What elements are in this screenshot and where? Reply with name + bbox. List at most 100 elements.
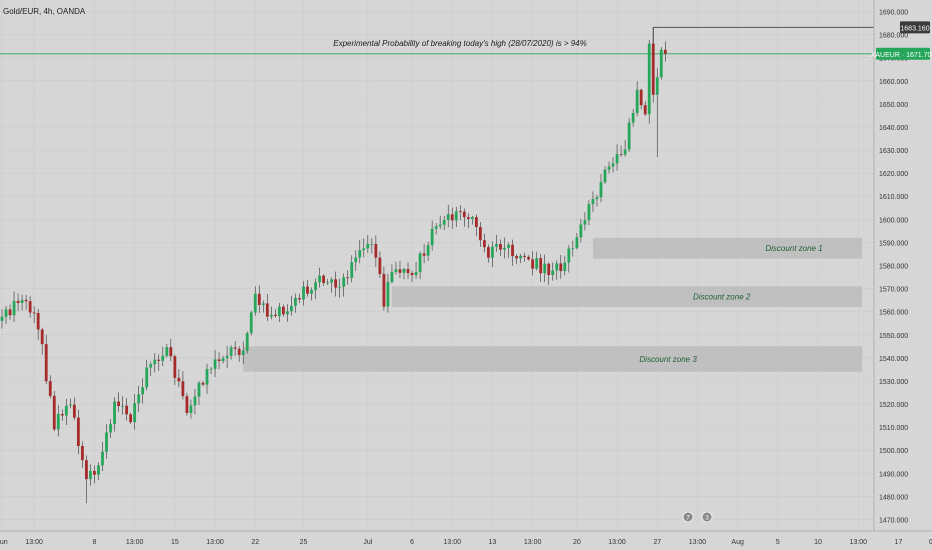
candle-down (52, 395, 56, 430)
candle-up (245, 333, 249, 351)
x-tick-label: 20 (573, 539, 581, 546)
candle-down (181, 381, 185, 397)
candle-down (217, 359, 221, 362)
chart-root[interactable]: Discount zone 1 Discount zone 2 Discount z… (0, 0, 932, 550)
candle-down (72, 404, 76, 418)
candle-up (121, 405, 124, 407)
candle-down (334, 279, 338, 288)
candle-up (434, 226, 438, 229)
candle-down (233, 347, 237, 349)
candle-up (587, 204, 591, 221)
price-badge-text: XAUEUR · 1671.700 (871, 52, 932, 59)
x-tick-label: 22 (251, 539, 259, 546)
candle-up (418, 253, 422, 273)
x-tick-label: 13:00 (126, 539, 144, 546)
candle-up (109, 423, 112, 433)
candle-down (559, 263, 563, 272)
candle-up (366, 243, 370, 249)
candle-down (410, 272, 414, 276)
candle-up (225, 355, 229, 359)
x-tick-label: 25 (300, 539, 308, 546)
candle-down (639, 89, 643, 106)
candle-down (201, 382, 205, 385)
candle-up (213, 359, 217, 369)
candle-down (273, 314, 277, 317)
candle-up (551, 270, 555, 276)
y-tick-label: 1580.000 (879, 264, 908, 271)
candle-down (474, 217, 478, 227)
candle-up (615, 154, 619, 164)
y-tick-label: 1520.000 (879, 402, 908, 409)
x-tick-label: 15 (171, 539, 179, 546)
candle-up (12, 300, 16, 316)
candle-down (157, 359, 161, 361)
candle-up (442, 220, 446, 225)
candle-down (306, 286, 309, 294)
candle-down (40, 329, 44, 345)
candle-down (48, 381, 52, 396)
candle-up (607, 166, 611, 170)
candle-down (185, 396, 189, 413)
candle-down (651, 43, 655, 95)
y-tick-label: 1510.000 (879, 425, 908, 432)
candle-up (491, 246, 494, 258)
candle-up (20, 299, 24, 303)
x-tick-label: 6 (410, 539, 414, 546)
x-tick-label: 13:00 (849, 539, 867, 546)
x-tick-label: 13:00 (608, 539, 626, 546)
candle-up (446, 214, 450, 221)
candle-up (390, 271, 394, 283)
candle-down (511, 244, 514, 257)
candle-down (125, 405, 129, 415)
candle-up (579, 224, 583, 238)
x-tick-label: 27 (653, 539, 661, 546)
candle-up (571, 248, 575, 249)
candle-up (350, 262, 354, 278)
candle-up (286, 311, 289, 315)
candle-up (330, 279, 334, 283)
candle-up (137, 394, 141, 404)
event-marker-label: 7 (686, 515, 690, 522)
plot-background (0, 0, 932, 550)
candle-down (531, 259, 535, 269)
candle-down (515, 256, 518, 259)
candle-down (346, 277, 350, 279)
y-tick-label: 1470.000 (879, 517, 908, 524)
candle-down (322, 275, 325, 283)
candle-down (523, 255, 526, 257)
candle-down (374, 243, 378, 258)
candle-down (28, 301, 32, 313)
candle-down (24, 299, 28, 302)
candle-down (36, 313, 40, 330)
candle-down (85, 460, 88, 480)
candle-up (627, 122, 631, 150)
y-tick-label: 1500.000 (879, 448, 908, 455)
candle-up (338, 286, 342, 288)
candle-up (495, 244, 498, 247)
candle-down (539, 258, 543, 274)
candle-up (209, 368, 213, 370)
candle-down (16, 300, 20, 303)
candle-up (294, 298, 297, 306)
y-tick-label: 1550.000 (879, 333, 908, 340)
candle-up (543, 263, 547, 274)
annotation-text: Experimental Probability of breaking tod… (333, 39, 586, 48)
candle-down (422, 253, 426, 256)
candlestick-chart[interactable]: Discount zone 1 Discount zone 2 Discount z… (0, 0, 932, 550)
candle-up (370, 243, 374, 245)
candle-up (555, 263, 559, 271)
candle-up (354, 257, 358, 263)
discount-zone-label: Discount zone 2 (693, 293, 751, 302)
candle-down (177, 377, 181, 382)
y-tick-label: 1570.000 (879, 287, 908, 294)
event-marker-label: 3 (705, 515, 709, 522)
y-tick-label: 1690.000 (879, 10, 908, 17)
candle-up (221, 358, 225, 362)
candle-down (298, 298, 301, 300)
candle-up (197, 382, 201, 397)
candle-down (237, 348, 241, 356)
discount-zone (391, 286, 863, 308)
candle-up (189, 405, 193, 413)
candle-up (141, 387, 145, 395)
candle-down (450, 214, 454, 221)
